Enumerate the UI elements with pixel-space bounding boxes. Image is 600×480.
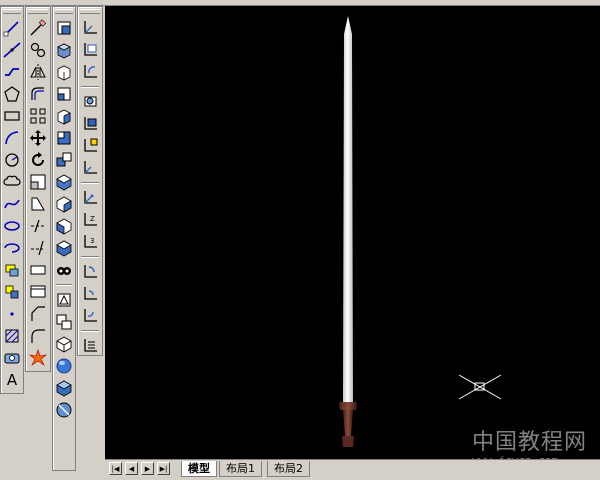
ucs-x-icon[interactable]: 3 xyxy=(79,231,101,253)
interfere-icon[interactable] xyxy=(53,237,75,259)
revolve-icon[interactable] xyxy=(53,171,75,193)
shade-icon[interactable] xyxy=(53,399,75,421)
previous-tab-button[interactable]: ◀ xyxy=(125,462,138,475)
ucs-previous-icon[interactable] xyxy=(79,61,101,83)
line-icon[interactable] xyxy=(1,17,23,39)
ucs-origin-icon[interactable] xyxy=(79,157,101,179)
point-icon[interactable] xyxy=(1,303,23,325)
rectangle-icon[interactable] xyxy=(1,105,23,127)
rotate-icon[interactable] xyxy=(27,149,49,171)
offset-icon[interactable] xyxy=(27,83,49,105)
sword-guard xyxy=(339,402,357,410)
ucs-toolbar: Z 3 xyxy=(77,6,103,356)
ucs-3point-icon[interactable]: Z xyxy=(79,209,101,231)
solids-toolbar xyxy=(52,6,76,471)
circle-icon[interactable] xyxy=(1,149,23,171)
insert-block-icon[interactable] xyxy=(1,259,23,281)
scale-icon[interactable] xyxy=(27,171,49,193)
sphere-icon[interactable] xyxy=(53,39,75,61)
toolbar-separator xyxy=(81,182,99,184)
toolbar-separator xyxy=(81,86,99,88)
sword-pommel xyxy=(342,436,354,447)
slice-icon[interactable] xyxy=(53,193,75,215)
next-tab-button[interactable]: ▶ xyxy=(141,462,154,475)
union-icon[interactable] xyxy=(53,333,75,355)
toolbar-separator xyxy=(81,330,99,332)
stretch-icon[interactable] xyxy=(27,193,49,215)
fillet-icon[interactable] xyxy=(27,325,49,347)
ucs-world-icon[interactable] xyxy=(79,39,101,61)
sword-blade xyxy=(343,16,353,402)
construction-line-icon[interactable] xyxy=(1,39,23,61)
polyline-icon[interactable] xyxy=(1,61,23,83)
cylinder-icon[interactable] xyxy=(53,61,75,83)
svg-text:3: 3 xyxy=(90,237,94,245)
svg-text:Z: Z xyxy=(90,215,95,223)
setup-view-icon[interactable] xyxy=(53,289,75,311)
hatch-icon[interactable] xyxy=(1,325,23,347)
setup-profile-icon[interactable] xyxy=(53,311,75,333)
section-icon[interactable] xyxy=(53,215,75,237)
crosshair-cursor xyxy=(458,374,502,400)
tab-layout1[interactable]: 布局1 xyxy=(219,461,262,477)
toolbar-grip[interactable] xyxy=(55,9,73,14)
named-ucs-icon[interactable] xyxy=(79,335,101,357)
toolbar-grip[interactable] xyxy=(3,9,21,14)
trim-icon[interactable] xyxy=(27,215,49,237)
erase-icon[interactable] xyxy=(27,17,49,39)
ucs-z-icon[interactable] xyxy=(79,283,101,305)
ucs-apply-icon[interactable] xyxy=(79,305,101,327)
tab-layout2[interactable]: 布局2 xyxy=(267,461,310,477)
move-icon[interactable] xyxy=(27,127,49,149)
ucs-icon[interactable] xyxy=(79,17,101,39)
join-icon[interactable] xyxy=(27,281,49,303)
chamfer-icon[interactable] xyxy=(27,303,49,325)
setup-drawing-icon[interactable] xyxy=(53,259,75,281)
sword-grip xyxy=(343,410,353,436)
drawing-viewport[interactable] xyxy=(105,6,600,459)
ucs-zaxis-icon[interactable] xyxy=(79,187,101,209)
ucs-view-icon[interactable] xyxy=(79,135,101,157)
make-block-icon[interactable] xyxy=(1,281,23,303)
last-tab-button[interactable]: ▶| xyxy=(157,462,170,475)
extend-icon[interactable] xyxy=(27,237,49,259)
ucs-y-icon[interactable] xyxy=(79,261,101,283)
toolbar-grip[interactable] xyxy=(28,9,48,14)
mirror-icon[interactable] xyxy=(27,61,49,83)
tab-model[interactable]: 模型 xyxy=(181,461,217,477)
array-icon[interactable] xyxy=(27,105,49,127)
arc-icon[interactable] xyxy=(1,127,23,149)
copy-icon[interactable] xyxy=(27,39,49,61)
sword-model xyxy=(339,16,502,447)
toolbar-separator xyxy=(81,256,99,258)
extrude-icon[interactable] xyxy=(53,149,75,171)
ucs-object-icon[interactable] xyxy=(79,113,101,135)
ucs-face-icon[interactable] xyxy=(79,91,101,113)
polygon-icon[interactable] xyxy=(1,83,23,105)
first-tab-button[interactable]: |◀ xyxy=(109,462,122,475)
draw-toolbar: A xyxy=(0,6,24,394)
box-icon[interactable] xyxy=(53,17,75,39)
cone-icon[interactable] xyxy=(53,83,75,105)
wedge-icon[interactable] xyxy=(53,105,75,127)
intersect-icon[interactable] xyxy=(53,377,75,399)
ellipse-icon[interactable] xyxy=(1,215,23,237)
break-icon[interactable] xyxy=(27,259,49,281)
toolbar-separator xyxy=(56,284,72,286)
modify-toolbar xyxy=(25,6,51,372)
spline-icon[interactable] xyxy=(1,193,23,215)
explode-icon[interactable] xyxy=(27,347,49,369)
watermark-site-name: 中国教程网 xyxy=(472,430,588,455)
toolbar-grip[interactable] xyxy=(80,9,100,14)
layout-tabs-bar: |◀ ◀ ▶ ▶| 模型 布局1 布局2 xyxy=(105,459,600,480)
ellipse-arc-icon[interactable] xyxy=(1,237,23,259)
region-icon[interactable] xyxy=(1,347,23,369)
revision-cloud-icon[interactable] xyxy=(1,171,23,193)
subtract-icon[interactable] xyxy=(53,355,75,377)
torus-icon[interactable] xyxy=(53,127,75,149)
text-icon[interactable]: A xyxy=(1,369,23,391)
